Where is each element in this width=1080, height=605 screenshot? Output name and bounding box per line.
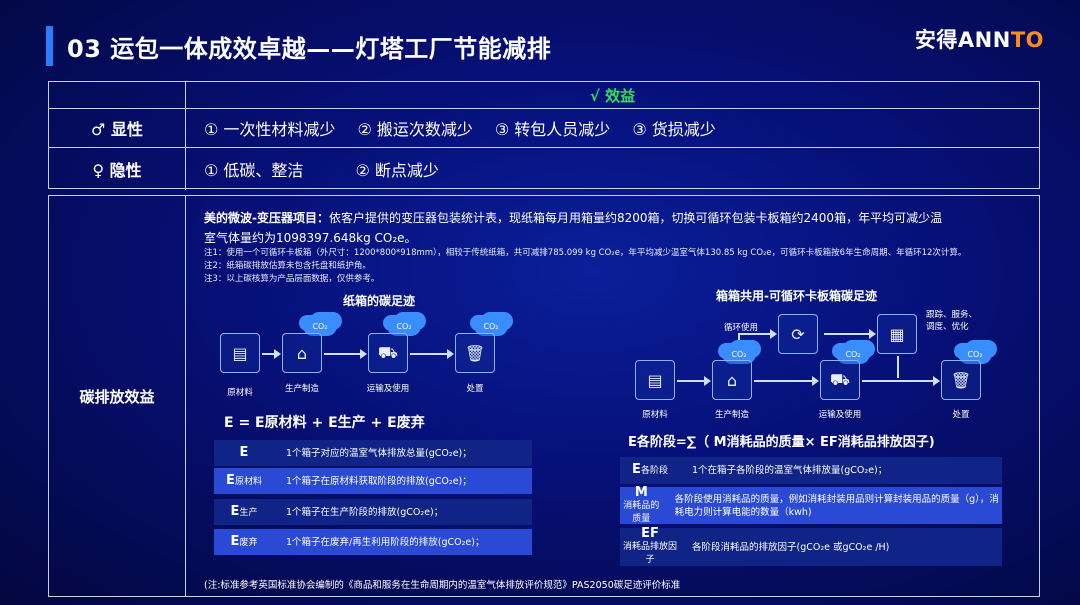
flow-arrow [862, 376, 940, 386]
explicit-label: ♂ 显性 [49, 109, 186, 147]
trash-bin-icon: 🗑 [941, 360, 981, 400]
carbon-label: 碳排放效益 [49, 196, 186, 596]
truck-icon: ⛟ [820, 360, 860, 400]
def-symbol: M 消耗品的质量 [623, 484, 660, 524]
def-text: 1个箱子在废弃/再生利用阶段的排放(gCO₂e)； [286, 536, 485, 548]
page-title: 03 运包一体成效卓越——灯塔工厂节能减排 [67, 34, 552, 63]
note-1: 注1：使用一个可循环卡板箱（外尺寸：1200*800*918mm），相较于传统纸… [204, 248, 967, 258]
left-diagram-title: 纸箱的碳足迹 [343, 294, 416, 308]
def-text: 各阶段使用消耗品的质量，例如消耗封装用品则计算封装用品的质量（g），消耗电力则计… [674, 493, 999, 518]
benefit-head-blank [49, 82, 186, 108]
implicit-items: ① 低碳、整洁 ② 断点减少 [186, 148, 1039, 190]
explicit-item: ① 一次性材料减少 [204, 120, 336, 139]
factory-icon: ⌂ [712, 360, 752, 400]
benefit-table: √ 效益 ♂ 显性 ① 一次性材料减少 ② 搬运次数减少 ③ 转包人员减少 ③ … [48, 81, 1040, 190]
left-def-row: E原材料 1个箱子在原材料获取阶段的排放(gCO₂e)； [214, 468, 532, 494]
logo-main: 安得ANN [914, 28, 1011, 52]
flow-arrow [824, 329, 876, 339]
def-text: 各阶段消耗品的排放因子(gCO₂e 或gCO₂e /H) [692, 541, 890, 553]
note-3: 注3：以上碳核算为产品层面数据，仅供参考。 [204, 274, 380, 284]
node-label-transport: 运输及使用 [818, 410, 862, 420]
annto-logo: 安得ANNTO [915, 24, 1044, 54]
truck-icon: ⛟ [368, 333, 408, 373]
def-symbol: E生产 [230, 503, 258, 519]
node-label-raw: 原材料 [642, 410, 668, 420]
project-name: 美的微波-变压器项目： [204, 211, 329, 225]
node-label-disposal: 处置 [466, 384, 484, 394]
right-diagram-title: 箱箱共用-可循环卡板箱碳足迹 [716, 289, 877, 303]
left-def-row: E废弃 1个箱子在废弃/再生利用阶段的排放(gCO₂e)； [214, 529, 532, 555]
def-text: 1个箱子在生产阶段的排放(gCO₂e)； [286, 506, 444, 518]
logo-accent: TO [1010, 28, 1044, 52]
track-label: 跟踪、服务、 调度、优化 [926, 310, 978, 332]
explicit-row: ♂ 显性 ① 一次性材料减少 ② 搬运次数减少 ③ 转包人员减少 ③ 货损减少 [49, 109, 1039, 148]
explicit-item: ③ 货损减少 [632, 120, 716, 139]
benefit-head: √ 效益 [589, 86, 636, 105]
footnote: (注:标准参考英国标准协会编制的《商品和服务在生命周期内的温室气体排放评价规范》… [204, 580, 681, 591]
def-text: 1个在箱子各阶段的温室气体排放量(gCO₂e)； [692, 465, 888, 476]
benefit-head-row: √ 效益 [49, 82, 1039, 109]
left-def-row: E生产 1个箱子在生产阶段的排放(gCO₂e)； [214, 499, 532, 525]
flow-arrow [754, 376, 819, 386]
flow-arrow [262, 349, 281, 359]
node-label-disposal: 处置 [952, 410, 970, 420]
implicit-item: ① 低碳、整洁 [204, 161, 304, 180]
trash-bin-icon: 🗑 [455, 333, 495, 373]
flow-arrow [410, 349, 454, 359]
title-accent-bar [46, 26, 53, 66]
flow-arrow [738, 329, 777, 339]
node-label-production: 生产制造 [714, 410, 749, 420]
explicit-items: ① 一次性材料减少 ② 搬运次数减少 ③ 转包人员减少 ③ 货损减少 [186, 109, 1039, 147]
implicit-row: ♀ 隐性 ① 低碳、整洁 ② 断点减少 [49, 148, 1039, 190]
warehouse-icon: ▦ [877, 314, 917, 354]
explicit-item: ② 搬运次数减少 [357, 120, 473, 139]
def-symbol: EF 消耗品排放因子 [622, 526, 677, 565]
note-2: 注2：纸箱碳排放估算未包含托盘和纸护角。 [204, 261, 371, 271]
right-def-row: EF 消耗品排放因子 各阶段消耗品的排放因子(gCO₂e 或gCO₂e /H) [620, 526, 1002, 566]
right-def-row: E各阶段 1个在箱子各阶段的温室气体排放量(gCO₂e)； [620, 457, 1002, 484]
def-symbol: E废弃 [230, 533, 258, 549]
node-label-production: 生产制造 [284, 384, 319, 394]
raw-material-icon: ▤ [635, 360, 675, 400]
def-text: 1个箱子对应的温室气体排放总量(gCO₂e)； [286, 447, 472, 459]
def-symbol: E [239, 444, 249, 460]
connector-line [897, 356, 899, 378]
right-def-row: M 消耗品的质量 各阶段使用消耗品的质量，例如消耗封装用品则计算封装用品的质量（g… [620, 484, 1002, 524]
flow-arrow [324, 349, 367, 359]
title-bar: 03 运包一体成效卓越——灯塔工厂节能减排 [46, 26, 551, 66]
node-label-transport: 运输及使用 [366, 384, 410, 394]
explicit-item: ③ 转包人员减少 [494, 120, 611, 139]
recycle-icon: ⟳ [778, 314, 818, 354]
def-symbol: E各阶段 [632, 462, 668, 477]
node-label-raw: 原材料 [227, 388, 253, 398]
carbon-main-text: 美的微波-变压器项目：依客户提供的变压器包装统计表，现纸箱每月用箱量约8200箱… [204, 208, 1014, 248]
def-text: 1个箱子在原材料获取阶段的排放(gCO₂e)； [286, 475, 472, 487]
main-line-1: 依客户提供的变压器包装统计表，现纸箱每月用箱量约8200箱，切换可循环包装卡板箱… [328, 211, 943, 225]
factory-icon: ⌂ [282, 333, 322, 373]
def-symbol: E原材料 [226, 472, 262, 488]
implicit-item: ② 断点减少 [355, 161, 439, 180]
left-def-row: E 1个箱子对应的温室气体排放总量(gCO₂e)； [214, 440, 532, 466]
right-formula: E各阶段=∑（ M消耗品的质量× EF消耗品排放因子) [628, 435, 935, 450]
raw-material-icon: ▤ [220, 333, 260, 373]
implicit-label: ♀ 隐性 [49, 148, 186, 190]
flow-arrow [677, 376, 711, 386]
left-formula: E = E原材料 + E生产 + E废弃 [224, 415, 425, 431]
main-line-2: 室气体量约为1098397.648kg CO₂e。 [204, 231, 417, 245]
carbon-notes: 注1：使用一个可循环卡板箱（外尺寸：1200*800*918mm），相较于传统纸… [204, 247, 1034, 286]
